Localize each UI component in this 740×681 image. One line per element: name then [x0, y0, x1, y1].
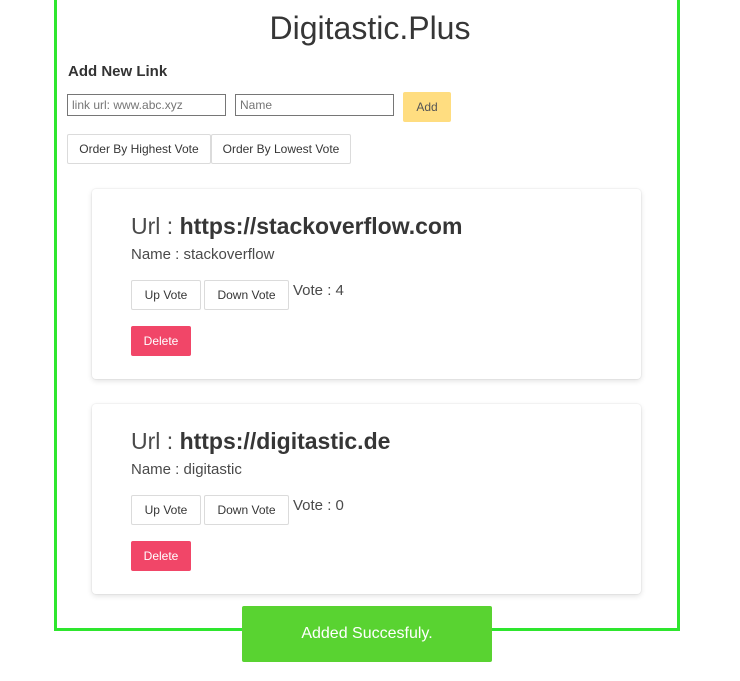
link-card: Url : https://digitastic.de Name : digit… [92, 404, 641, 594]
down-vote-button[interactable]: Down Vote [204, 280, 289, 310]
vote-count: Vote : 0 [293, 497, 344, 514]
order-lowest-vote-button[interactable]: Order By Lowest Vote [211, 134, 351, 164]
success-toast: Added Succesfuly. [242, 606, 492, 662]
link-url-line: Url : https://digitastic.de [131, 428, 390, 455]
add-link-button[interactable]: Add [403, 92, 451, 122]
vote-count: Vote : 4 [293, 282, 344, 299]
link-name: Name : stackoverflow [131, 246, 275, 263]
up-vote-button[interactable]: Up Vote [131, 495, 201, 525]
url-prefix: Url : [131, 213, 180, 239]
delete-button[interactable]: Delete [131, 541, 191, 571]
link-card: Url : https://stackoverflow.com Name : s… [92, 189, 641, 379]
link-name-input[interactable] [235, 94, 394, 116]
link-url-input[interactable] [67, 94, 226, 116]
link-url-line: Url : https://stackoverflow.com [131, 213, 462, 240]
order-highest-vote-button[interactable]: Order By Highest Vote [67, 134, 211, 164]
down-vote-button[interactable]: Down Vote [204, 495, 289, 525]
link-url: https://stackoverflow.com [179, 213, 463, 239]
page-title: Digitastic.Plus [269, 10, 471, 46]
url-prefix: Url : [131, 428, 180, 454]
add-link-heading: Add New Link [68, 63, 168, 80]
up-vote-button[interactable]: Up Vote [131, 280, 201, 310]
link-name: Name : digitastic [131, 461, 242, 478]
delete-button[interactable]: Delete [131, 326, 191, 356]
link-url: https://digitastic.de [179, 428, 391, 454]
